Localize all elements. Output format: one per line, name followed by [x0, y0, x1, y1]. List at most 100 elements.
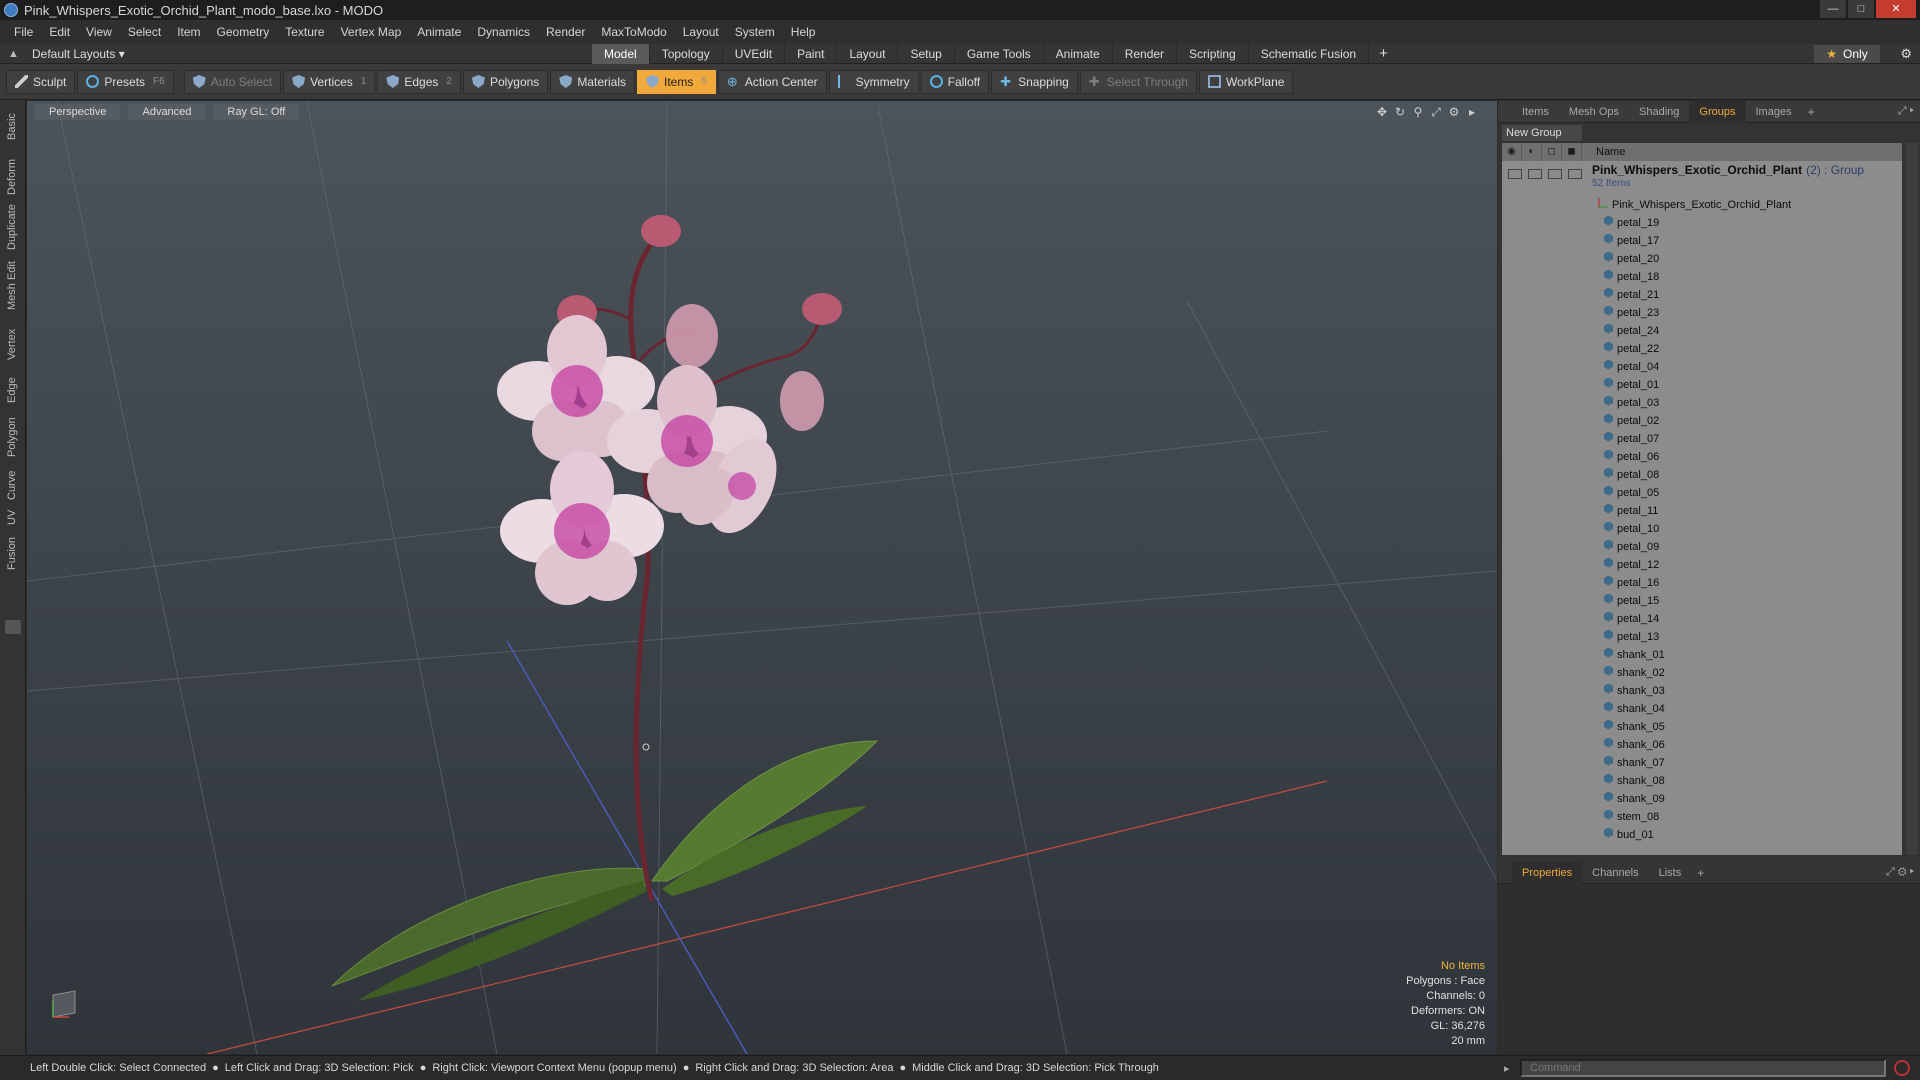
maximize-button[interactable]: □	[1848, 0, 1874, 18]
menu-animate[interactable]: Animate	[409, 20, 469, 44]
edges-button[interactable]: Edges 2	[377, 69, 461, 94]
menu-maxtomodo[interactable]: MaxToModo	[593, 20, 674, 44]
sculpt-button[interactable]: Sculpt	[6, 69, 76, 94]
list-item[interactable]: shank_08	[1502, 771, 1902, 789]
new-group-button[interactable]: New Group	[1502, 125, 1582, 141]
tab-groups[interactable]: Groups	[1689, 100, 1746, 123]
3d-viewport[interactable]: Perspective Advanced Ray GL: Off ✥ ↻ ⚲ ⤢…	[27, 101, 1497, 1054]
menu-texture[interactable]: Texture	[277, 20, 332, 44]
menu-item[interactable]: Item	[169, 20, 208, 44]
list-item[interactable]: shank_04	[1502, 699, 1902, 717]
zoom-icon[interactable]: ⚲	[1409, 105, 1427, 120]
minimize-button[interactable]: —	[1820, 0, 1846, 18]
group-lock-toggle[interactable]	[1548, 169, 1562, 179]
menu-dynamics[interactable]: Dynamics	[469, 20, 538, 44]
presets-button[interactable]: Presets F6	[77, 69, 174, 94]
perspective-button[interactable]: Perspective	[35, 104, 121, 120]
menu-edit[interactable]: Edit	[41, 20, 78, 44]
panel-expand-icon[interactable]: ⤢ ▸	[1898, 105, 1914, 118]
name-column-header[interactable]: Name	[1596, 146, 1625, 158]
list-item[interactable]: petal_20	[1502, 249, 1902, 267]
list-item[interactable]: petal_19	[1502, 213, 1902, 231]
add-properties-tab-button[interactable]: +	[1691, 866, 1710, 880]
tab-layout[interactable]: Layout	[837, 43, 899, 64]
list-item[interactable]: petal_14	[1502, 609, 1902, 627]
fit-icon[interactable]: ⤢	[1427, 105, 1445, 120]
tab-images[interactable]: Images	[1746, 101, 1802, 123]
properties-expand-icon[interactable]: ⤢ ⚙ ▸	[1886, 866, 1914, 879]
list-item[interactable]: petal_24	[1502, 321, 1902, 339]
list-item[interactable]: petal_22	[1502, 339, 1902, 357]
list-item[interactable]: petal_08	[1502, 465, 1902, 483]
pan-icon[interactable]: ✥	[1373, 105, 1391, 120]
raygl-button[interactable]: Ray GL: Off	[213, 104, 300, 120]
command-history-icon[interactable]: ▸	[1504, 1062, 1510, 1075]
list-item[interactable]: petal_12	[1502, 555, 1902, 573]
tab-scripting[interactable]: Scripting	[1177, 43, 1249, 64]
only-button[interactable]: ★ Only	[1814, 45, 1880, 63]
tab-lists[interactable]: Lists	[1649, 862, 1692, 884]
list-item[interactable]: petal_01	[1502, 375, 1902, 393]
select-through-button[interactable]: ✚ Select Through	[1079, 69, 1197, 94]
mesh-item-row[interactable]: Pink_Whispers_Exotic_Orchid_Plant	[1502, 195, 1902, 213]
tab-channels[interactable]: Channels	[1582, 862, 1648, 884]
list-item[interactable]: shank_07	[1502, 753, 1902, 771]
tab-properties[interactable]: Properties	[1512, 861, 1583, 884]
tab-schematic-fusion[interactable]: Schematic Fusion	[1249, 43, 1370, 64]
select-toggle-icon[interactable]: ◼	[1562, 143, 1582, 161]
tab-model[interactable]: Model	[592, 43, 650, 64]
expand-icon[interactable]: ▸	[1463, 105, 1481, 120]
vertices-button[interactable]: Vertices 1	[283, 69, 376, 94]
group-select-toggle[interactable]	[1568, 169, 1582, 179]
lock-icon[interactable]: ◻	[1542, 143, 1562, 161]
falloff-button[interactable]: Falloff	[920, 69, 990, 94]
menu-render[interactable]: Render	[538, 20, 593, 44]
group-render-toggle[interactable]	[1528, 169, 1542, 179]
group-eye-toggle[interactable]	[1508, 169, 1522, 179]
list-item[interactable]: petal_05	[1502, 483, 1902, 501]
tab-render[interactable]: Render	[1113, 43, 1178, 64]
list-item[interactable]: petal_09	[1502, 537, 1902, 555]
list-item[interactable]: petal_03	[1502, 393, 1902, 411]
list-item[interactable]: petal_23	[1502, 303, 1902, 321]
tab-setup[interactable]: Setup	[898, 43, 955, 64]
menu-system[interactable]: System	[727, 20, 783, 44]
advanced-button[interactable]: Advanced	[128, 104, 206, 120]
add-panel-tab-button[interactable]: +	[1802, 105, 1821, 119]
visibility-eye-icon[interactable]: ◉	[1502, 143, 1522, 161]
menu-select[interactable]: Select	[120, 20, 169, 44]
tree-scrollbar[interactable]	[1906, 143, 1918, 855]
tab-game-tools[interactable]: Game Tools	[955, 43, 1044, 64]
menu-help[interactable]: Help	[783, 20, 824, 44]
tab-animate[interactable]: Animate	[1044, 43, 1113, 64]
tab-uvedit[interactable]: UVEdit	[723, 43, 786, 64]
list-item[interactable]: petal_15	[1502, 591, 1902, 609]
list-item[interactable]: petal_04	[1502, 357, 1902, 375]
list-item[interactable]: petal_21	[1502, 285, 1902, 303]
snapping-button[interactable]: ✚ Snapping	[991, 69, 1078, 94]
viewport-settings-icon[interactable]: ⚙	[1445, 105, 1463, 120]
list-item[interactable]: shank_06	[1502, 735, 1902, 753]
list-item[interactable]: petal_18	[1502, 267, 1902, 285]
tab-items[interactable]: Items	[1512, 101, 1559, 123]
tab-shading[interactable]: Shading	[1629, 101, 1689, 123]
workplane-button[interactable]: WorkPlane	[1198, 69, 1294, 94]
layout-toggle-icon[interactable]: ▲	[8, 48, 22, 60]
list-item[interactable]: shank_01	[1502, 645, 1902, 663]
gear-icon[interactable]: ⚙	[1900, 44, 1912, 64]
symmetry-button[interactable]: Symmetry	[828, 69, 919, 94]
list-item[interactable]: petal_06	[1502, 447, 1902, 465]
list-item[interactable]: petal_02	[1502, 411, 1902, 429]
list-item[interactable]: shank_03	[1502, 681, 1902, 699]
group-row[interactable]: Pink_Whispers_Exotic_Orchid_Plant (2) : G…	[1502, 161, 1902, 195]
auto-select-button[interactable]: Auto Select	[183, 69, 282, 94]
render-toggle-icon[interactable]: ◐	[1522, 143, 1542, 161]
tab-mesh-ops[interactable]: Mesh Ops	[1559, 101, 1629, 123]
palette-toggle[interactable]	[5, 620, 21, 634]
default-layouts-dropdown[interactable]: Default Layouts ▾	[32, 47, 592, 61]
menu-file[interactable]: File	[6, 20, 41, 44]
list-item[interactable]: petal_10	[1502, 519, 1902, 537]
action-center-button[interactable]: ⊕ Action Center	[717, 69, 827, 94]
close-button[interactable]: ✕	[1876, 0, 1916, 18]
menu-vertex-map[interactable]: Vertex Map	[333, 20, 410, 44]
